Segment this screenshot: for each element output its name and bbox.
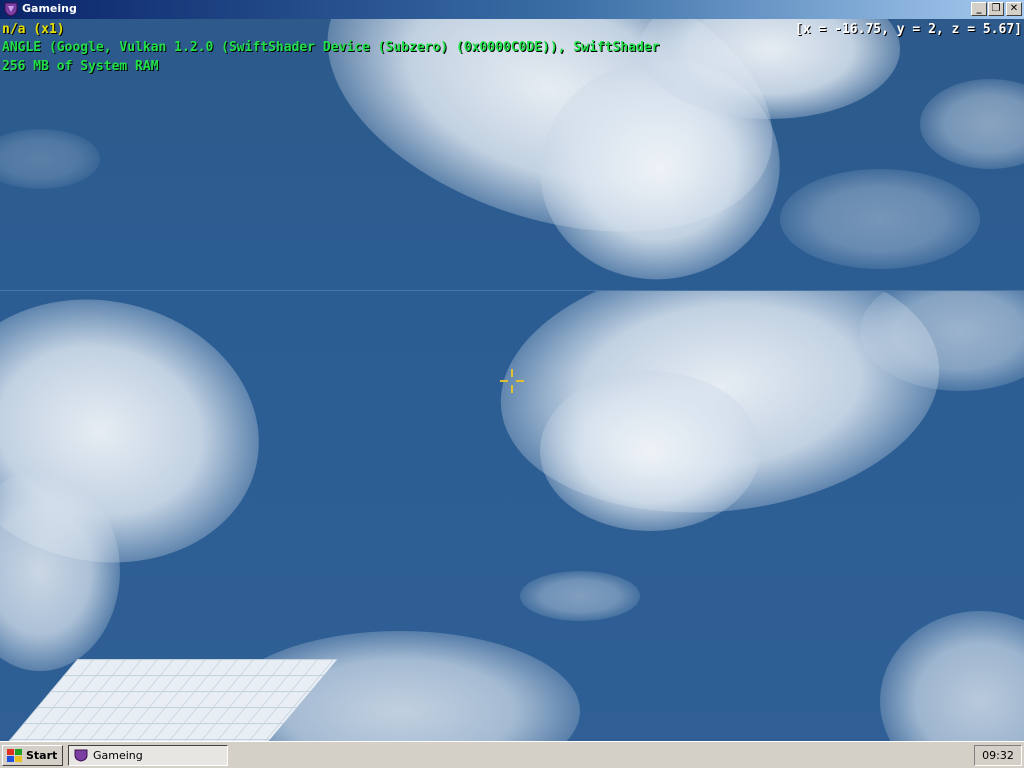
crosshair-icon — [500, 369, 524, 393]
hud-memory-line: 256 MB of System RAM — [2, 59, 159, 74]
app-shield-icon — [4, 2, 18, 17]
hud-coordinates: [x = -16.75, y = 2, z = 5.67] — [795, 22, 1022, 37]
close-button[interactable]: ✕ — [1006, 2, 1022, 16]
close-icon: ✕ — [1009, 3, 1019, 14]
minimize-button[interactable]: _ — [971, 2, 987, 16]
start-button[interactable]: Start — [2, 745, 63, 766]
minimize-icon: _ — [976, 3, 982, 14]
windows-logo-icon — [7, 749, 22, 762]
system-tray: 09:32 — [974, 745, 1022, 766]
app-shield-icon — [74, 749, 88, 762]
window-title: Gameing — [22, 2, 77, 15]
restore-button[interactable]: ❐ — [988, 2, 1004, 16]
window-title-bar[interactable]: Gameing _ ❐ ✕ — [0, 0, 1024, 19]
taskbar-app-button[interactable]: Gameing — [68, 745, 228, 766]
game-viewport[interactable]: n/a (x1) ANGLE (Google, Vulkan 1.2.0 (Sw… — [0, 19, 1024, 741]
clock[interactable]: 09:32 — [975, 749, 1021, 762]
restore-icon: ❐ — [991, 3, 1001, 14]
taskbar-app-label: Gameing — [93, 749, 143, 762]
start-label: Start — [26, 749, 58, 762]
hud-renderer-line: ANGLE (Google, Vulkan 1.2.0 (SwiftShader… — [2, 40, 660, 55]
hud-fps-line: n/a (x1) — [2, 22, 65, 37]
taskbar: Start Gameing 09:32 — [0, 741, 1024, 768]
